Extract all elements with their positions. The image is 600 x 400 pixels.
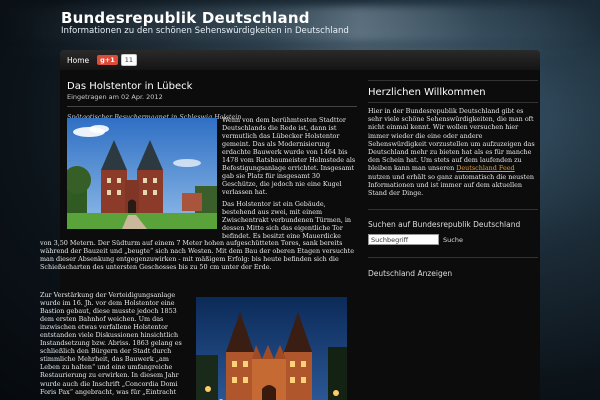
welcome-text-after: nutzen und erhält so ganz automatisch di…: [368, 172, 534, 198]
ads-widget: Deutschland Anzeigen: [368, 257, 538, 278]
welcome-text: Hier in der Bundesrepublik Deutschland g…: [368, 107, 538, 197]
post-date: Eingetragen am 02 Apr. 2012: [67, 93, 163, 101]
site-description: Informationen zu den schönen Sehenswürdi…: [61, 26, 349, 36]
post-paragraph-1: Wenn von dem berühmtesten Stadttor Deuts…: [222, 116, 356, 197]
holstentor-day-image: [67, 118, 217, 229]
post-paragraph-2-continued: von 3,50 Metern. Der Südturm auf einem 7…: [40, 239, 354, 272]
search-title: Suchen auf Bundesrepublik Deutschland: [368, 220, 521, 230]
google-plus-button[interactable]: g+1: [97, 55, 118, 65]
search-row: Suche: [368, 234, 538, 246]
search-input[interactable]: [368, 234, 439, 246]
holstentor-night-image: [196, 297, 347, 400]
site-title[interactable]: Bundesrepublik Deutschland: [61, 9, 310, 27]
sidebar: Herzlichen Willkommen Hier in der Bundes…: [368, 80, 538, 278]
search-widget: Suchen auf Bundesrepublik Deutschland Su…: [368, 209, 538, 246]
content-area: Das Holstentor in Lübeck Eingetragen am …: [40, 70, 540, 400]
post-paragraph-3: Zur Verstärkung der Verteidigungsanlage …: [40, 291, 182, 396]
google-plus-count: 11: [120, 54, 138, 66]
welcome-widget: Herzlichen Willkommen Hier in der Bundes…: [368, 80, 538, 197]
ads-title: Deutschland Anzeigen: [368, 269, 453, 279]
welcome-title: Herzlichen Willkommen: [368, 87, 486, 98]
welcome-text-before: Hier in der Bundesrepublik Deutschland g…: [368, 107, 535, 173]
nav-home-link[interactable]: Home: [67, 56, 89, 65]
post-title[interactable]: Das Holstentor in Lübeck: [67, 81, 357, 92]
post: Das Holstentor in Lübeck Eingetragen am …: [40, 80, 357, 400]
search-button[interactable]: Suche: [443, 236, 463, 244]
post-paragraph-2: Das Holstentor ist ein Gebäude, bestehen…: [222, 200, 352, 241]
nav-bar: Home g+1 11: [60, 50, 540, 70]
post-divider: [67, 106, 357, 107]
feed-link[interactable]: Deutschland Feed: [456, 164, 514, 172]
welcome-divider: [368, 102, 538, 103]
